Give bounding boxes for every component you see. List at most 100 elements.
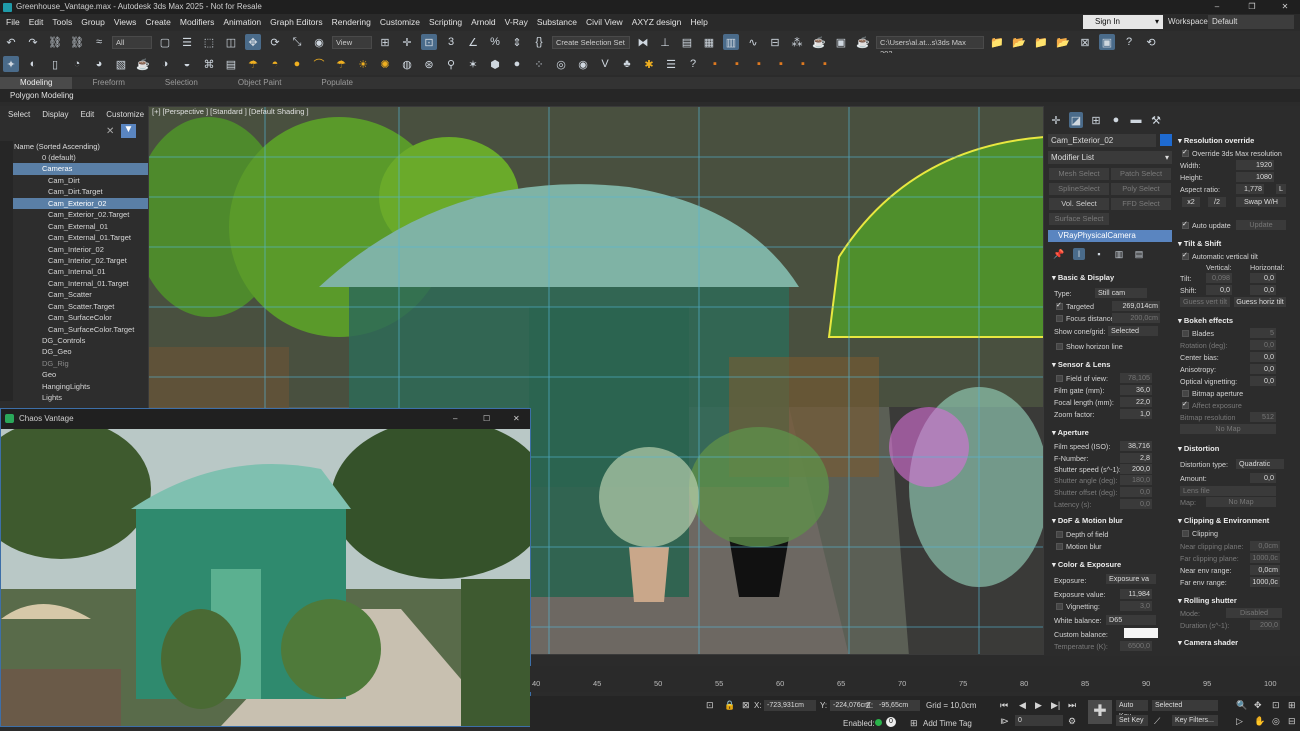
scene-item[interactable]: DG_Controls: [0, 335, 148, 346]
unlink-icon[interactable]: ⛓: [69, 34, 85, 50]
far-env-range-field[interactable]: 1000,0c: [1250, 577, 1280, 587]
layer-explorer-icon[interactable]: ▤: [679, 34, 695, 50]
mesh-select-button[interactable]: Mesh Select: [1049, 168, 1109, 180]
vignetting-checkbox[interactable]: [1056, 603, 1063, 610]
menu-substance[interactable]: Substance: [537, 17, 577, 27]
vray-proxy-object-icon[interactable]: ◍: [399, 56, 415, 72]
scene-menu-display[interactable]: Display: [42, 110, 68, 119]
scene-menu-select[interactable]: Select: [8, 110, 30, 119]
pin-stack-icon[interactable]: 📌: [1053, 248, 1065, 260]
scene-item[interactable]: Cam_Scatter.Target: [0, 301, 148, 312]
next-frame-icon[interactable]: ▶|: [1051, 700, 1060, 711]
guess-horiz-tilt-button[interactable]: Guess horiz tilt: [1234, 297, 1286, 307]
select-by-name-icon[interactable]: ☰: [179, 34, 195, 50]
set-key-button[interactable]: Set Key: [1116, 715, 1148, 726]
mirror-icon[interactable]: ⧓: [635, 34, 651, 50]
guess-vert-tilt-button[interactable]: Guess vert tilt: [1180, 297, 1230, 307]
menu-group[interactable]: Group: [81, 17, 105, 27]
tab-populate[interactable]: Populate: [301, 77, 373, 89]
vray-fur-icon[interactable]: ⌘: [201, 56, 217, 72]
project-folder-icon[interactable]: 📁: [989, 34, 1005, 50]
pivot-icon[interactable]: ⊞: [377, 34, 393, 50]
shutter-angle-field[interactable]: 180,0: [1120, 475, 1152, 485]
z-coordinate[interactable]: -95,65cm: [876, 700, 920, 711]
shift-horizontal-field[interactable]: 0,0: [1250, 285, 1276, 295]
sign-in-button[interactable]: Sign In ▾: [1083, 15, 1163, 29]
snap-toggle-icon[interactable]: ✦: [3, 56, 19, 72]
affect-exposure-checkbox[interactable]: [1182, 400, 1189, 409]
key-selection-dropdown[interactable]: Selected: [1152, 700, 1218, 711]
basic-display-rollout[interactable]: ▾ Basic & Display: [1052, 273, 1114, 282]
vray-tree-icon[interactable]: ♣: [619, 56, 635, 72]
rotate-icon[interactable]: ⟳: [267, 34, 283, 50]
focus-distance-checkbox[interactable]: [1056, 315, 1063, 322]
align-icon[interactable]: ⊥: [657, 34, 673, 50]
focus-distance-field[interactable]: 200,0cm: [1112, 313, 1160, 323]
schematic-view-icon[interactable]: ⊟: [767, 34, 783, 50]
vray-settings-icon[interactable]: ▪: [751, 56, 767, 72]
open-folder-icon[interactable]: 📂: [1011, 34, 1027, 50]
clear-filter-icon[interactable]: ✕: [106, 126, 114, 137]
swap-wh-button[interactable]: Swap W/H: [1236, 197, 1286, 207]
configure-sets-icon[interactable]: ▤: [1133, 248, 1145, 260]
make-unique-icon[interactable]: ▪: [1093, 248, 1105, 260]
menu-animation[interactable]: Animation: [223, 17, 261, 27]
zoom-extents-icon[interactable]: ⊡: [1272, 700, 1280, 711]
motion-blur-checkbox[interactable]: [1056, 543, 1063, 550]
targeted-distance[interactable]: 269,014cm: [1112, 301, 1160, 311]
focal-length-field[interactable]: 22,0: [1120, 397, 1152, 407]
surface-select-button[interactable]: Surface Select: [1049, 213, 1109, 225]
vray-ies-icon[interactable]: ◑: [157, 56, 173, 72]
show-end-result-icon[interactable]: I: [1073, 248, 1085, 260]
scene-item[interactable]: DG_Geo: [0, 346, 148, 357]
isolate-icon[interactable]: ⊡: [706, 700, 714, 711]
scene-item[interactable]: Cam_Exterior_02.Target: [0, 209, 148, 220]
vray-ui-icon[interactable]: ▪: [707, 56, 723, 72]
scene-explorer-icon[interactable]: ▥: [723, 34, 739, 50]
duration-field[interactable]: 200,0: [1250, 620, 1280, 630]
go-to-end-icon[interactable]: ⏭: [1068, 700, 1076, 711]
scene-item[interactable]: Cam_Scatter: [0, 289, 148, 300]
display-tab-icon[interactable]: ▬: [1129, 112, 1143, 128]
maximize-button[interactable]: ❐: [1237, 0, 1267, 14]
scene-item[interactable]: 0 (default): [0, 152, 148, 163]
scene-item[interactable]: DG_Rig: [0, 358, 148, 369]
tab-selection[interactable]: Selection: [145, 77, 218, 89]
vray-proxy-icon[interactable]: ◒: [179, 56, 195, 72]
x-coordinate[interactable]: -723,931cm: [764, 700, 816, 711]
modifier-stack-item[interactable]: VRayPhysicalCamera: [1048, 230, 1172, 242]
modify-tab-icon[interactable]: ◪: [1069, 112, 1083, 128]
time-tag-lock-icon[interactable]: ⊞: [910, 718, 918, 729]
render-icon[interactable]: ☕: [855, 34, 871, 50]
exposure-select[interactable]: Exposure va: [1106, 574, 1156, 584]
angle-snap-icon[interactable]: ∠: [465, 34, 481, 50]
amount-field[interactable]: 0,0: [1250, 473, 1276, 483]
dof-motion-blur-rollout[interactable]: ▾ DoF & Motion blur: [1052, 516, 1123, 525]
scene-item[interactable]: Cam_SurfaceColor: [0, 312, 148, 323]
link-icon[interactable]: ⛓: [47, 34, 63, 50]
vray-list-icon[interactable]: ☰: [663, 56, 679, 72]
selection-filter-dropdown[interactable]: All: [112, 35, 152, 49]
window-crossing-icon[interactable]: ◫: [223, 34, 239, 50]
fov-nav-icon[interactable]: ▷: [1236, 716, 1243, 727]
menu-modifiers[interactable]: Modifiers: [180, 17, 214, 27]
latency-field[interactable]: 0,0: [1120, 499, 1152, 509]
move-icon[interactable]: ✥: [245, 34, 261, 50]
vray-tools-icon[interactable]: ▪: [795, 56, 811, 72]
maximize-viewport-icon[interactable]: ⊟: [1288, 716, 1296, 727]
vantage-minimize-button[interactable]: –: [453, 409, 457, 429]
orbit-icon[interactable]: ◎: [1272, 716, 1280, 727]
motion-tab-icon[interactable]: ●: [1109, 112, 1123, 128]
select-manipulate-icon[interactable]: ✛: [399, 34, 415, 50]
close-button[interactable]: ✕: [1270, 0, 1300, 14]
remove-modifier-icon[interactable]: ▥: [1113, 248, 1125, 260]
vray-cluster-icon[interactable]: ⁘: [531, 56, 547, 72]
rolling-shutter-rollout[interactable]: ▾ Rolling shutter: [1178, 596, 1237, 605]
sync-icon[interactable]: ⟲: [1143, 34, 1159, 50]
vray-mesh-icon[interactable]: ▧: [113, 56, 129, 72]
spline-select-button[interactable]: SplineSelect: [1049, 183, 1109, 195]
scene-item[interactable]: HangingLights: [0, 381, 148, 392]
object-name-field[interactable]: Cam_Exterior_02: [1048, 134, 1156, 147]
vray-cosmos-icon[interactable]: ◎: [553, 56, 569, 72]
temperature-field[interactable]: 6500,0: [1120, 641, 1152, 651]
